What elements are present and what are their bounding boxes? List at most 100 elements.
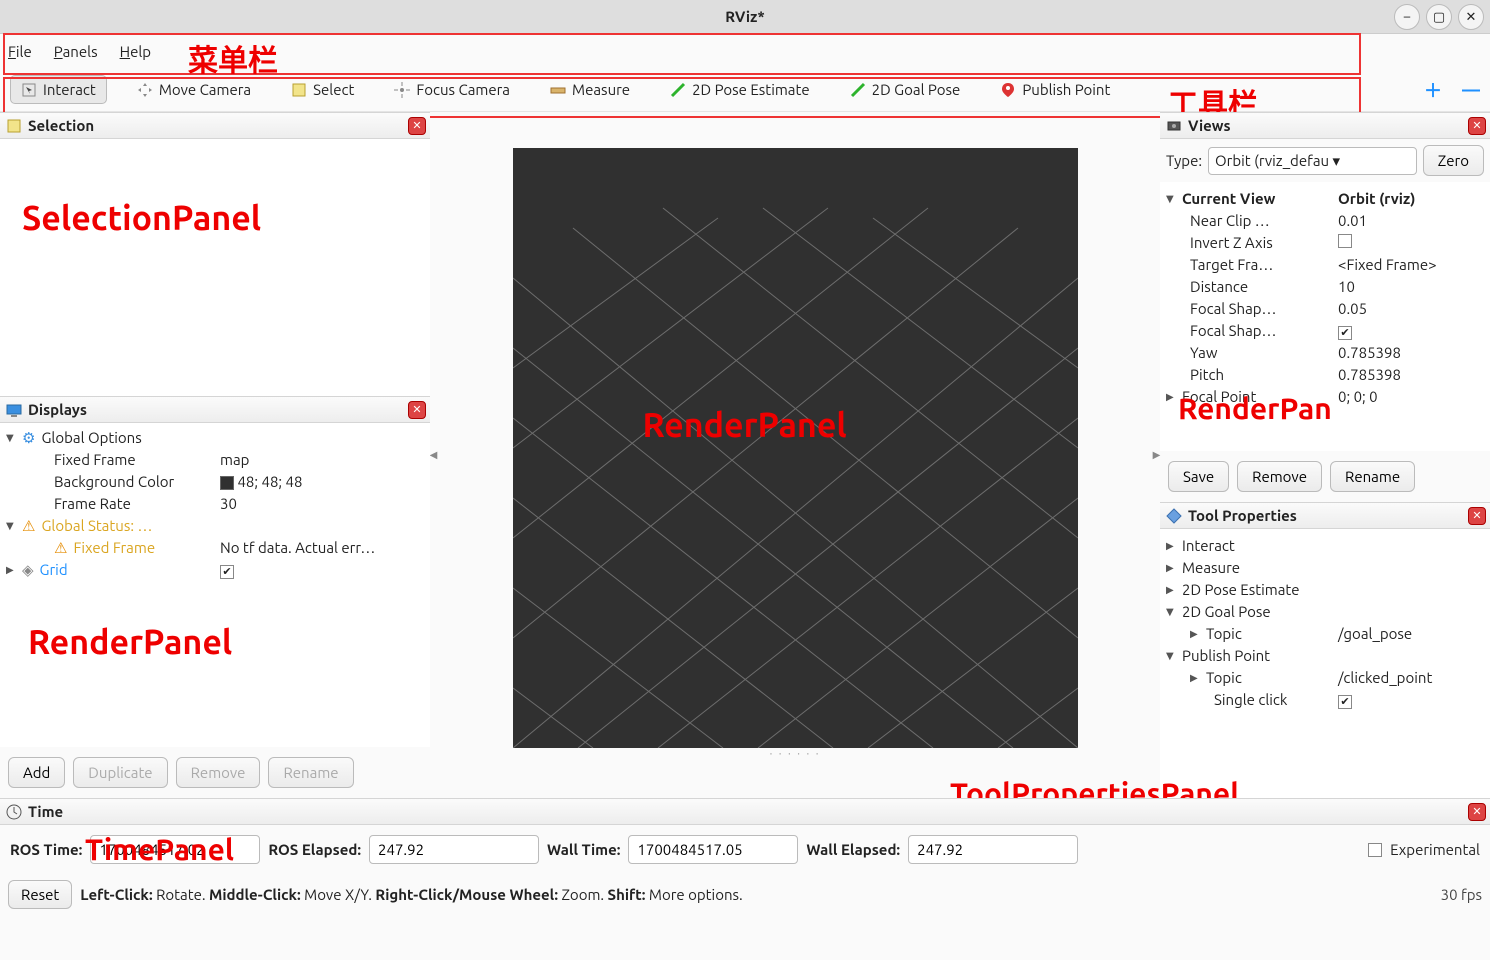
toolprops-panel-title[interactable]: Tool Properties ✕: [1160, 502, 1490, 529]
menu-help[interactable]: Help: [120, 43, 151, 60]
views-type-select[interactable]: Orbit (rviz_defau ▾: [1208, 147, 1417, 175]
views-type-label: Type:: [1166, 152, 1202, 169]
toolprops-goal-pose[interactable]: ▼2D Goal Pose: [1166, 601, 1484, 623]
focus-camera-icon: [394, 82, 410, 98]
color-swatch: [220, 476, 234, 490]
tool-focus-camera[interactable]: Focus Camera: [384, 76, 520, 103]
wall-elapsed-input[interactable]: [908, 835, 1078, 864]
render-panel[interactable]: RenderPanel: [513, 148, 1078, 748]
pose-estimate-icon: [670, 82, 686, 98]
time-panel-title[interactable]: Time ✕: [0, 798, 1490, 825]
invert-z-checkbox[interactable]: [1338, 234, 1352, 248]
toolprops-clicked-topic[interactable]: ▶Topic/clicked_point: [1166, 667, 1484, 689]
toolprops-panel-icon: [1166, 508, 1182, 524]
views-rename-button[interactable]: Rename: [1330, 461, 1415, 492]
views-pitch[interactable]: Pitch0.785398: [1166, 364, 1484, 386]
tool-interact[interactable]: Interact: [10, 75, 107, 104]
focal-shape-checkbox[interactable]: ✔: [1338, 326, 1352, 340]
wall-time-label: Wall Time:: [547, 841, 620, 858]
gear-icon: ⚙: [22, 427, 35, 449]
selection-panel-close-button[interactable]: ✕: [408, 117, 426, 135]
menu-file[interactable]: File: [8, 43, 32, 60]
toolprops-measure[interactable]: ▶Measure: [1166, 557, 1484, 579]
views-panel-title[interactable]: Views ✕: [1160, 112, 1490, 139]
selection-panel-title[interactable]: Selection ✕: [0, 112, 430, 139]
toolprops-pose-estimate[interactable]: ▶2D Pose Estimate: [1166, 579, 1484, 601]
views-focal-point[interactable]: ▶Focal Point0; 0; 0: [1166, 386, 1484, 408]
tool-2d-goal-pose[interactable]: 2D Goal Pose: [840, 76, 971, 103]
views-panel-icon: [1166, 118, 1182, 134]
single-click-checkbox[interactable]: ✔: [1338, 695, 1352, 709]
toolprops-single-click[interactable]: Single click✔: [1166, 689, 1484, 711]
right-splitter[interactable]: ▶: [1153, 112, 1160, 798]
displays-panel-title[interactable]: Displays ✕: [0, 396, 430, 423]
displays-grid[interactable]: ▶ ◈ Grid ✔: [6, 559, 424, 581]
time-panel-close-button[interactable]: ✕: [1468, 803, 1486, 821]
displays-rename-button[interactable]: Rename: [268, 757, 353, 788]
views-focal-shape-1[interactable]: Focal Shap…0.05: [1166, 298, 1484, 320]
displays-panel-close-button[interactable]: ✕: [408, 401, 426, 419]
tool-move-camera[interactable]: Move Camera: [127, 76, 261, 103]
displays-fixed-frame[interactable]: Fixed Framemap: [6, 449, 424, 471]
tool-measure[interactable]: Measure: [540, 76, 640, 103]
displays-frame-rate[interactable]: Frame Rate30: [6, 493, 424, 515]
goal-pose-icon: [850, 82, 866, 98]
grid-3d: [513, 148, 1078, 748]
views-save-button[interactable]: Save: [1168, 461, 1229, 492]
window-titlebar: RViz* – ▢ ✕: [0, 0, 1490, 34]
toolbar-add-tool-button[interactable]: ＋: [1424, 77, 1442, 103]
window-maximize-button[interactable]: ▢: [1426, 4, 1452, 30]
grid-checkbox[interactable]: ✔: [220, 565, 234, 579]
toolprops-publish-point[interactable]: ▼Publish Point: [1166, 645, 1484, 667]
tool-select[interactable]: Select: [281, 76, 364, 103]
wall-elapsed-label: Wall Elapsed:: [806, 841, 900, 858]
views-near-clip[interactable]: Near Clip …0.01: [1166, 210, 1484, 232]
interact-icon: [21, 82, 37, 98]
toolbar-remove-tool-button[interactable]: —: [1462, 80, 1480, 100]
views-target-frame[interactable]: Target Fra…<Fixed Frame>: [1166, 254, 1484, 276]
reset-button[interactable]: Reset: [8, 880, 72, 909]
tool-publish-point[interactable]: Publish Point: [990, 76, 1120, 103]
tool-2d-pose-estimate[interactable]: 2D Pose Estimate: [660, 76, 820, 103]
displays-remove-button[interactable]: Remove: [176, 757, 261, 788]
center-resize-handle[interactable]: · · · · · ·: [770, 748, 821, 762]
views-focal-shape-2[interactable]: Focal Shap…✔: [1166, 320, 1484, 342]
menu-panels[interactable]: Panels: [54, 43, 98, 60]
toolprops-panel-close-button[interactable]: ✕: [1468, 507, 1486, 525]
ros-time-input[interactable]: [90, 835, 260, 864]
toolprops-interact[interactable]: ▶Interact: [1166, 535, 1484, 557]
views-yaw[interactable]: Yaw0.785398: [1166, 342, 1484, 364]
views-zero-button[interactable]: Zero: [1423, 145, 1484, 176]
experimental-checkbox[interactable]: [1368, 843, 1382, 857]
selection-panel-icon: [6, 118, 22, 134]
clock-icon: [6, 804, 22, 820]
ros-elapsed-input[interactable]: [369, 835, 539, 864]
views-distance[interactable]: Distance10: [1166, 276, 1484, 298]
views-current-view[interactable]: ▼ Current ViewOrbit (rviz): [1166, 188, 1484, 210]
displays-global-options[interactable]: ▼ ⚙ Global Options: [6, 427, 424, 449]
views-invert-z[interactable]: Invert Z Axis: [1166, 232, 1484, 254]
publish-point-icon: [1000, 82, 1016, 98]
warning-icon: ⚠: [54, 537, 67, 559]
measure-icon: [550, 82, 566, 98]
displays-fixed-frame-status[interactable]: ⚠ Fixed FrameNo tf data. Actual err…: [6, 537, 424, 559]
ros-elapsed-label: ROS Elapsed:: [268, 841, 361, 858]
views-remove-button[interactable]: Remove: [1237, 461, 1322, 492]
warning-icon: ⚠: [22, 515, 35, 537]
ros-time-label: ROS Time:: [10, 841, 82, 858]
window-minimize-button[interactable]: –: [1394, 4, 1420, 30]
views-panel-close-button[interactable]: ✕: [1468, 117, 1486, 135]
toolprops-goal-topic[interactable]: ▶Topic/goal_pose: [1166, 623, 1484, 645]
displays-background-color[interactable]: Background Color 48; 48; 48: [6, 471, 424, 493]
status-hint: Left-Click: Rotate. Middle-Click: Move X…: [80, 886, 742, 903]
window-close-button[interactable]: ✕: [1458, 4, 1484, 30]
displays-add-button[interactable]: Add: [8, 757, 65, 788]
displays-duplicate-button[interactable]: Duplicate: [73, 757, 167, 788]
experimental-label: Experimental: [1390, 841, 1480, 858]
wall-time-input[interactable]: [628, 835, 798, 864]
left-splitter[interactable]: ◀: [430, 112, 437, 798]
menubar: File Panels Help: [0, 34, 1490, 68]
displays-global-status[interactable]: ▼ ⚠ Global Status: …: [6, 515, 424, 537]
grid-icon: ◈: [22, 559, 34, 581]
select-icon: [291, 82, 307, 98]
